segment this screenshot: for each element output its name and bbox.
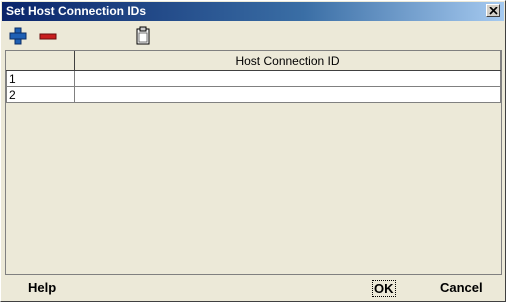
window-title: Set Host Connection IDs — [6, 4, 147, 18]
ok-button[interactable]: OK — [372, 280, 396, 297]
row-index[interactable]: 1 — [6, 70, 75, 87]
plus-icon — [9, 27, 27, 45]
host-connection-id-cell[interactable] — [74, 86, 501, 103]
host-id-table: Host Connection ID 1 2 — [6, 51, 501, 103]
table-row[interactable]: 1 — [6, 70, 501, 87]
close-icon — [489, 7, 498, 15]
title-bar[interactable]: Set Host Connection IDs — [2, 2, 504, 21]
minus-icon — [39, 33, 57, 40]
button-bar: Help OK Cancel — [1, 278, 505, 300]
close-button[interactable] — [486, 4, 500, 17]
row-index[interactable]: 2 — [6, 86, 75, 103]
table-header-row: Host Connection ID — [6, 51, 501, 71]
table-row[interactable]: 2 — [6, 86, 501, 103]
host-id-grid[interactable]: Host Connection ID 1 2 — [5, 50, 502, 275]
paste-button[interactable] — [133, 26, 153, 46]
clipboard-icon — [136, 26, 150, 45]
cancel-button[interactable]: Cancel — [440, 280, 483, 295]
corner-header — [6, 51, 75, 71]
host-connection-id-cell[interactable] — [74, 70, 501, 87]
column-header-host-connection-id[interactable]: Host Connection ID — [74, 51, 501, 71]
remove-button[interactable] — [38, 26, 58, 46]
dialog-window: Set Host Connection IDs Host Connection … — [0, 0, 506, 302]
help-button[interactable]: Help — [28, 280, 56, 295]
add-button[interactable] — [8, 26, 28, 46]
toolbar — [2, 22, 504, 48]
